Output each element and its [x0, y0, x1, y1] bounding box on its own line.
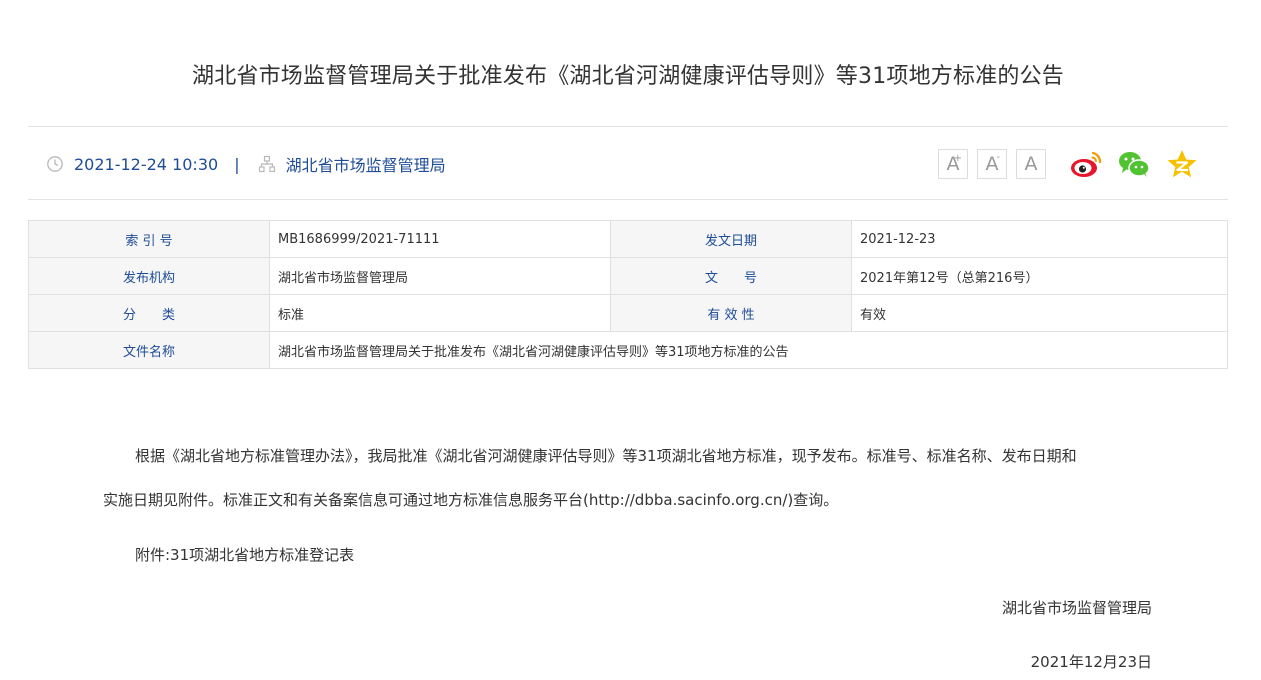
table-row: 分 类 标准 有 效 性 有效 — [28, 294, 1228, 332]
article-meta: 2021-12-24 10:30 | 湖北省市场监督管理局 — [46, 151, 446, 177]
attachment-link[interactable]: 附件:31项湖北省地方标准登记表 — [135, 544, 354, 565]
font-minus-mark: - — [996, 152, 1000, 163]
font-plus-mark: + — [953, 153, 962, 164]
doc-number-value: 2021年第12号（总第216号） — [851, 257, 1228, 295]
meta-separator: | — [234, 154, 240, 174]
validity-label: 有 效 性 — [610, 294, 852, 332]
article-tools: A + A - A — [938, 146, 1200, 182]
document-info-table: 索 引 号 MB1686999/2021-71111 发文日期 2021-12-… — [28, 220, 1228, 369]
signature-date: 2021年12月23日 — [1030, 653, 1152, 671]
date-label: 发文日期 — [610, 220, 852, 258]
meta-divider — [28, 199, 1228, 200]
validity-value: 有效 — [851, 294, 1228, 332]
index-value: MB1686999/2021-71111 — [269, 220, 611, 258]
file-name-value: 湖北省市场监督管理局关于批准发布《湖北省河湖健康评估导则》等31项地方标准的公告 — [269, 331, 1228, 369]
font-large-button[interactable]: A + — [938, 149, 968, 179]
wechat-icon[interactable] — [1116, 146, 1152, 182]
org-label: 发布机构 — [28, 257, 270, 295]
table-row: 文件名称 湖北省市场监督管理局关于批准发布《湖北省河湖健康评估导则》等31项地方… — [28, 331, 1228, 369]
index-label: 索 引 号 — [28, 220, 270, 258]
title-divider — [28, 126, 1228, 127]
body-paragraph-line1: 根据《湖北省地方标准管理办法》，我局批准《湖北省河湖健康评估导则》等31项湖北省… — [135, 447, 1077, 465]
org-value: 湖北省市场监督管理局 — [269, 257, 611, 295]
page-title: 湖北省市场监督管理局关于批准发布《湖北省河湖健康评估导则》等31项地方标准的公告 — [192, 64, 1064, 89]
file-name-label: 文件名称 — [28, 331, 270, 369]
table-row: 索 引 号 MB1686999/2021-71111 发文日期 2021-12-… — [28, 220, 1228, 258]
font-medium-button[interactable]: A - — [977, 149, 1007, 179]
qzone-icon[interactable] — [1164, 146, 1200, 182]
font-small-label: A — [1024, 153, 1038, 175]
weibo-icon[interactable] — [1068, 146, 1104, 182]
publish-datetime: 2021-12-24 10:30 — [74, 154, 219, 174]
font-small-button[interactable]: A — [1016, 149, 1046, 179]
clock-icon — [46, 155, 64, 173]
doc-number-label: 文 号 — [610, 257, 852, 295]
table-row: 发布机构 湖北省市场监督管理局 文 号 2021年第12号（总第216号） — [28, 257, 1228, 295]
date-value: 2021-12-23 — [851, 220, 1228, 258]
org-icon — [258, 155, 276, 173]
category-label: 分 类 — [28, 294, 270, 332]
signature: 湖北省市场监督管理局 — [1001, 599, 1152, 617]
publish-source: 湖北省市场监督管理局 — [285, 156, 446, 175]
body-paragraph-line2: 实施日期见附件。标准正文和有关备案信息可通过地方标准信息服务平台(http://… — [103, 491, 839, 509]
category-value: 标准 — [269, 294, 611, 332]
